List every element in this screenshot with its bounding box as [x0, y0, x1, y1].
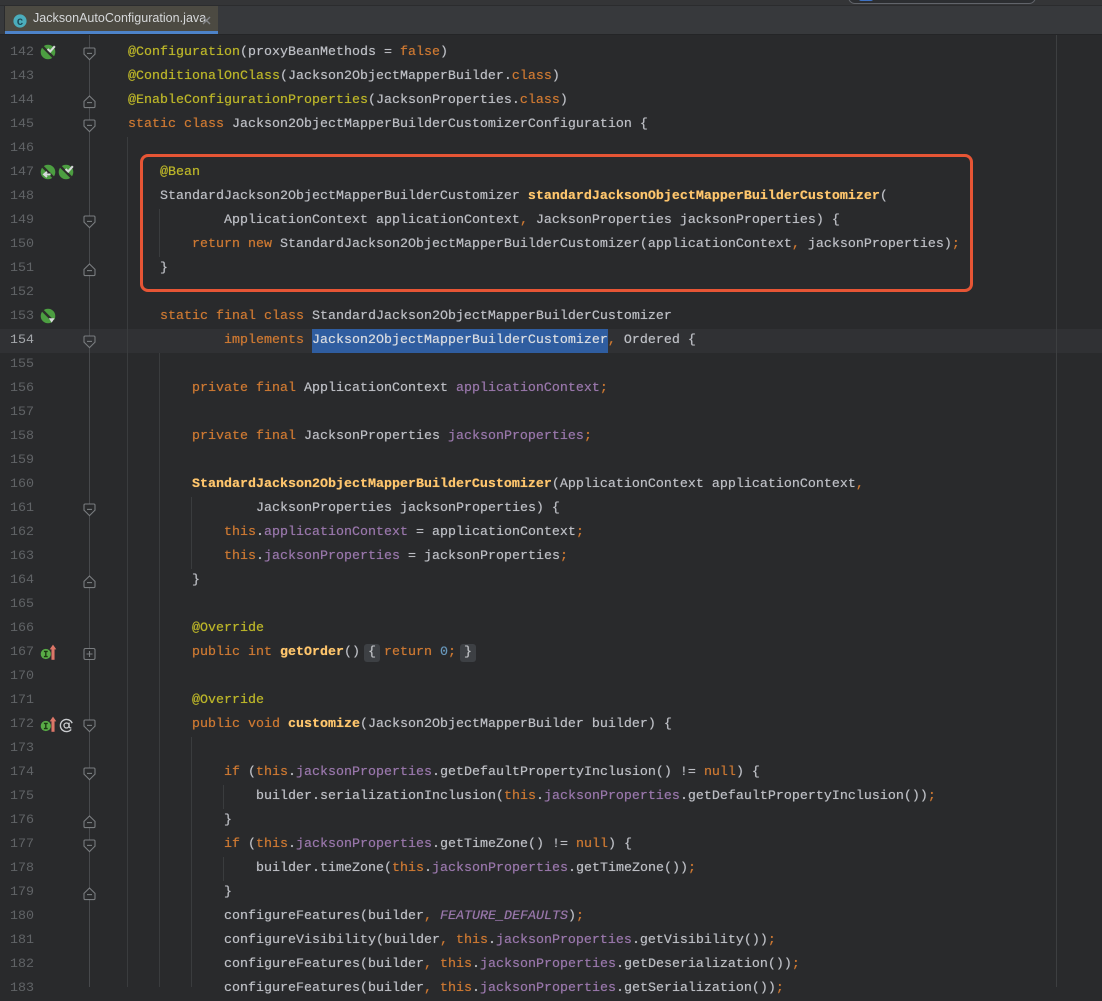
- svg-text:C: C: [17, 17, 24, 28]
